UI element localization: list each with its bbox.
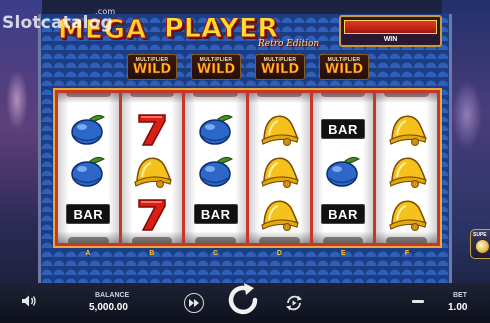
watermark-suffix: .com (95, 7, 116, 16)
reel-symbol-bell (255, 111, 303, 147)
reel-symbol-bar: BAR (192, 196, 240, 232)
super-bet-label: SUPE (473, 232, 487, 238)
reel-letter: A (85, 250, 91, 257)
peek-symbol-bottom (259, 237, 300, 243)
background-left (0, 0, 42, 323)
bell-icon (134, 157, 172, 188)
speaker-icon (22, 295, 36, 307)
win-display: WIN (339, 15, 442, 47)
peek-symbol-bottom (195, 237, 237, 243)
reel-symbol-blueberry (64, 111, 112, 147)
bar-symbol-plate: BAR (321, 204, 366, 224)
peek-symbol-top (129, 93, 175, 97)
bell-icon (261, 200, 300, 231)
reel-symbol-bell (383, 111, 431, 147)
reel-letter-row: A B C D E F (56, 250, 439, 260)
bar-symbol-text: BAR (73, 206, 104, 222)
reel-symbol-bar: BAR (319, 111, 367, 147)
reel-symbol-bell (383, 196, 431, 232)
fast-forward-icon (189, 299, 199, 307)
peek-symbol-top (193, 93, 239, 97)
reel-symbol-bell (255, 196, 303, 232)
bet-value: 1.00 (448, 302, 468, 313)
reel-f (376, 93, 438, 243)
reel-symbol-blueberry (192, 111, 240, 147)
reel-symbol-blueberry (192, 153, 240, 189)
reel-b (121, 93, 183, 243)
bar-symbol-text: BAR (328, 206, 358, 222)
multiplier-wild-badge: MULTIPLIER WILD (255, 54, 305, 80)
bar-symbol-plate: BAR (66, 204, 111, 224)
reel-letter: C (213, 250, 219, 257)
reel-letter: D (276, 250, 282, 257)
peek-symbol-bottom (322, 237, 364, 243)
blueberry-icon (71, 114, 106, 145)
wild-label: WILD (324, 62, 364, 77)
decrease-bet-button[interactable] (412, 300, 424, 303)
multiplier-wild-badge: MULTIPLIER WILD (319, 54, 369, 80)
bet-label: BET (453, 292, 467, 299)
blueberry-icon (198, 114, 233, 145)
bell-icon (388, 157, 427, 188)
peek-symbol-top (320, 93, 366, 97)
win-meter (344, 20, 437, 34)
bell-icon (261, 157, 300, 188)
win-label: WIN (383, 36, 398, 43)
reel-symbol-seven (128, 196, 176, 232)
reel-symbol-bar: BAR (64, 196, 112, 232)
peek-symbol-bottom (131, 237, 173, 243)
seven-icon (138, 199, 166, 231)
wild-label: WILD (196, 62, 236, 77)
reel-c: BAR (185, 93, 247, 243)
blueberry-icon (198, 156, 233, 187)
reel-symbol-blueberry (64, 153, 112, 189)
bar-symbol-text: BAR (200, 206, 231, 222)
reel-letter: B (149, 250, 155, 257)
blueberry-icon (71, 156, 106, 187)
multiplier-wild-badge: MULTIPLIER WILD (127, 54, 177, 80)
reel-letter: F (404, 250, 410, 257)
blueberry-icon (326, 156, 361, 187)
wild-label: WILD (260, 62, 300, 77)
reel-d (249, 93, 310, 243)
peek-symbol-top (257, 93, 302, 97)
peek-symbol-top (66, 93, 111, 97)
balance-label: BALANCE (95, 292, 130, 299)
reel-grid: BAR BAR BAR BAR (53, 88, 442, 248)
bell-icon (388, 115, 427, 146)
multiplier-wild-badge: MULTIPLIER WILD (191, 54, 241, 80)
wild-label: WILD (132, 62, 172, 77)
peek-symbol-bottom (386, 237, 428, 243)
balance-value: 5,000.00 (89, 302, 128, 313)
seven-icon (138, 114, 166, 146)
reel-letter: E (340, 250, 346, 257)
reel-symbol-bar: BAR (319, 196, 367, 232)
turbo-button[interactable] (184, 293, 204, 313)
spin-button[interactable] (220, 280, 266, 320)
sound-button[interactable] (20, 292, 38, 310)
super-bet-button[interactable]: SUPE (470, 229, 490, 259)
bar-symbol-plate: BAR (193, 204, 238, 224)
bar-symbol-text: BAR (328, 121, 358, 137)
bar-symbol-plate: BAR (321, 119, 366, 139)
reel-symbol-blueberry (319, 153, 367, 189)
bell-icon (388, 200, 427, 231)
bell-icon (261, 115, 300, 146)
autoplay-icon (286, 295, 302, 311)
reel-symbol-bell (255, 153, 303, 189)
reel-symbol-bell (128, 153, 176, 189)
logo-tagline: Retro Edition (258, 39, 320, 49)
peek-symbol-bottom (68, 237, 109, 243)
peek-symbol-top (384, 93, 430, 97)
reel-e: BAR BAR (312, 93, 374, 243)
autoplay-button[interactable] (283, 293, 305, 313)
watermark: Slotcatalog .com (2, 7, 115, 33)
gem-icon (476, 240, 489, 253)
spin-arrow-icon (228, 283, 258, 315)
watermark-text: Slotcatalog (2, 13, 113, 33)
reel-a: BAR (58, 93, 119, 243)
reel-symbol-seven (128, 111, 176, 147)
reel-symbol-bell (383, 153, 431, 189)
